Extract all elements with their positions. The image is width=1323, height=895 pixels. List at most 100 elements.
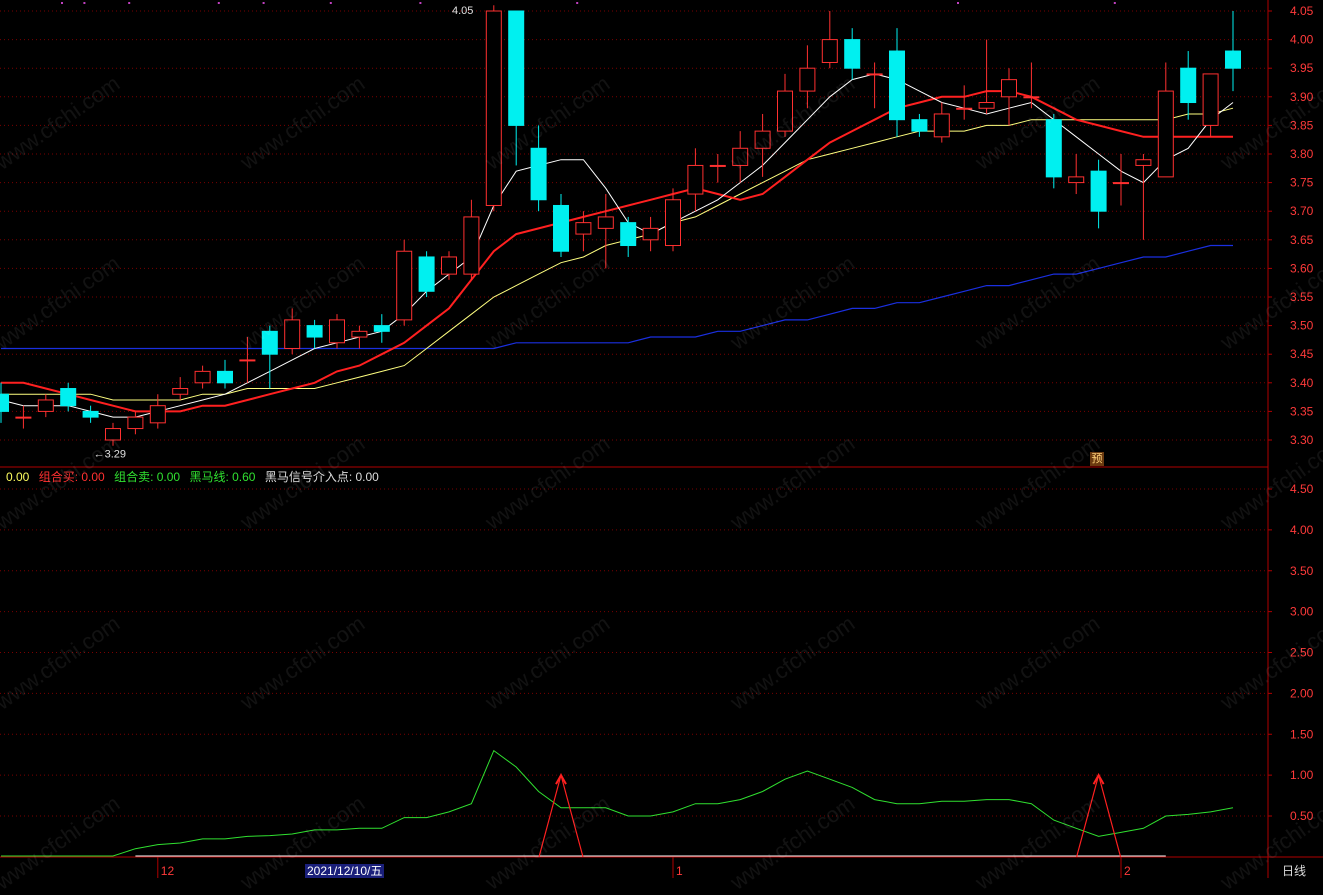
price-tick-label: 3.60 <box>1290 261 1314 275</box>
candle-down <box>1090 170 1107 212</box>
candle-up <box>441 256 457 275</box>
candle-down <box>1045 119 1062 178</box>
candle-down <box>508 10 525 126</box>
candle-down <box>620 222 637 247</box>
top-marker-dot <box>957 2 959 4</box>
candle-up <box>777 90 793 132</box>
buy-signal-triangle <box>1076 772 1122 858</box>
candle-up <box>1068 176 1085 184</box>
top-marker-dot <box>576 2 579 4</box>
candle-down <box>217 370 233 384</box>
candle-up <box>575 222 592 235</box>
top-marker-dot <box>1113 2 1116 4</box>
price-tick-label: 3.55 <box>1290 290 1314 304</box>
candle-down <box>306 325 323 338</box>
top-marker-dot <box>217 2 220 4</box>
price-tick-label: 3.50 <box>1290 319 1314 333</box>
candle-up <box>642 227 659 241</box>
candle-up <box>1135 159 1152 166</box>
candle-up <box>351 330 368 338</box>
candle-down <box>1180 67 1197 104</box>
buy-signal-arrow <box>555 773 567 785</box>
legend-sell: 组合卖: 0.00 <box>114 470 181 484</box>
candle-down <box>889 50 905 121</box>
top-marker-dot <box>61 2 63 4</box>
stock-chart: 4.05 4.00 3.95 3.90 3.85 3.80 3.75 3.70 3.65 3.60… <box>0 0 1323 878</box>
price-tick-label: 4.05 <box>1290 4 1314 18</box>
candle-up <box>329 319 345 344</box>
candle-up <box>1001 79 1017 98</box>
top-marker-dot <box>262 2 265 4</box>
indicator-tick-label: 2.50 <box>1290 646 1314 660</box>
candle-up <box>127 416 144 430</box>
legend-buy: 组合买: 0.00 <box>38 470 105 484</box>
indicator-tick-label: 1.00 <box>1290 768 1314 782</box>
indicator-tick-label: 4.00 <box>1290 523 1314 537</box>
indicator-tick-label: 2.00 <box>1290 686 1314 700</box>
candle-up <box>239 359 256 362</box>
price-tick-label: 4.00 <box>1290 33 1314 47</box>
candle-up <box>172 388 189 395</box>
candle-up <box>1157 90 1174 178</box>
legend-horse-line: 黑马线: 0.60 <box>189 470 256 484</box>
candle-up <box>284 319 301 349</box>
indicator-tick-label: 3.50 <box>1290 564 1314 578</box>
price-tick-label: 3.65 <box>1290 233 1314 247</box>
candle-up <box>933 113 950 138</box>
price-annotation: 4.05 <box>452 5 473 17</box>
buy-signal-arrow <box>1092 773 1105 785</box>
top-marker-dot <box>329 2 332 4</box>
candle-down <box>1225 50 1241 69</box>
candle-down <box>0 393 9 412</box>
candle-up <box>597 216 614 229</box>
price-tick-label: 3.40 <box>1290 376 1314 390</box>
price-tick-label: 3.35 <box>1290 404 1314 418</box>
time-tick-label: 12 <box>161 864 175 878</box>
candle-down <box>60 388 77 407</box>
candle-up <box>732 147 749 166</box>
candle-up <box>956 107 973 110</box>
candle-up <box>37 399 54 412</box>
candle-up <box>1023 96 1040 99</box>
top-marker-dot <box>83 2 86 4</box>
period-label[interactable]: 日线 <box>1282 864 1306 878</box>
cursor-date: 2021/12/10/五 <box>305 864 385 878</box>
price-tick-label: 3.30 <box>1290 433 1314 447</box>
candle-up <box>105 428 121 441</box>
candle-down <box>911 119 928 132</box>
legend-first-value: 0.00 <box>6 470 30 484</box>
indicator-legend: 0.00 组合买: 0.00 组合卖: 0.00 黑马线: 0.60 黑马信号介… <box>6 468 385 485</box>
candle-down <box>261 330 278 355</box>
indicator-tick-label: 3.00 <box>1290 605 1314 619</box>
indicator-tick-label: 1.50 <box>1290 727 1314 741</box>
price-tick-label: 3.90 <box>1290 90 1314 104</box>
candle-up <box>194 370 211 384</box>
indicator-tick-label: 0.50 <box>1290 809 1314 823</box>
candle-down <box>553 204 569 252</box>
price-tick-label: 3.95 <box>1290 61 1314 75</box>
candle-up <box>978 102 995 109</box>
candle-up <box>1202 73 1219 126</box>
candle-up <box>687 164 704 195</box>
horse-line <box>1 749 1234 857</box>
candle-up <box>754 130 771 149</box>
price-tick-label: 3.70 <box>1290 204 1314 218</box>
candle-down <box>418 256 435 292</box>
candle-up <box>149 405 166 424</box>
candle-down <box>530 147 547 201</box>
forecast-badge[interactable]: 预 <box>1090 452 1104 466</box>
price-tick-label: 3.80 <box>1290 147 1314 161</box>
candle-up <box>821 39 838 63</box>
time-tick-label: 1 <box>676 864 683 878</box>
candle-down <box>844 39 861 69</box>
candle-up <box>665 199 681 247</box>
candle-up <box>1113 182 1129 185</box>
candle-up <box>866 73 883 76</box>
price-tick-label: 3.45 <box>1290 347 1314 361</box>
price-tick-label: 3.75 <box>1290 176 1314 190</box>
indicator-tick-label: 4.50 <box>1290 482 1314 496</box>
price-annotation: ←3.29 <box>94 449 126 461</box>
candle-down <box>82 410 99 418</box>
legend-signal: 黑马信号介入点: 0.00 <box>264 470 379 484</box>
time-tick-label: 2 <box>1124 864 1131 878</box>
